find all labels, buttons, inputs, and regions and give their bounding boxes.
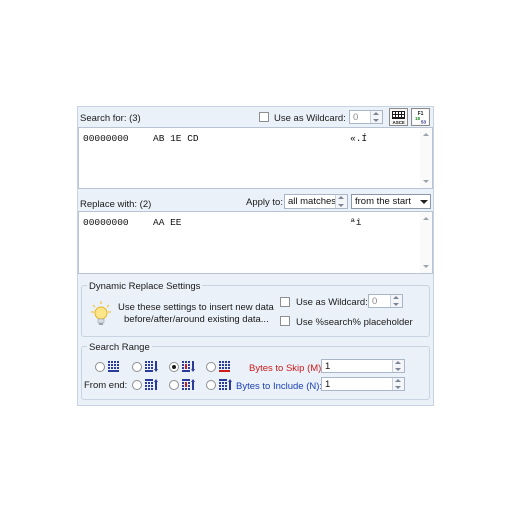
apply-to-matches-spinner[interactable]: all matches [284, 194, 348, 209]
range-include-icon [219, 361, 231, 372]
replace-hex-editor[interactable]: 00000000 AA EE ªî [78, 211, 433, 274]
search-wildcard-spinner[interactable]: 0 [349, 110, 383, 124]
bytes-to-include-spinner[interactable]: 1 [321, 377, 405, 391]
search-range-title: Search Range [87, 342, 152, 353]
dynamic-desc-line2: before/after/around existing data... [124, 314, 269, 325]
range-start-radio[interactable] [95, 362, 105, 372]
lightbulb-icon [90, 300, 112, 331]
search-wildcard-label: Use as Wildcard: [274, 113, 346, 124]
ascii-table-icon[interactable]: ASCII [389, 108, 408, 126]
chevron-down-icon[interactable] [417, 195, 430, 208]
search-wildcard-checkbox[interactable] [259, 112, 269, 122]
range-end-include-radio[interactable] [206, 380, 216, 390]
search-placeholder-label: Use %search% placeholder [296, 317, 413, 328]
range-start-icon [108, 361, 120, 372]
svg-text:18: 18 [415, 116, 421, 121]
dynamic-desc-line1: Use these settings to insert new data [118, 302, 274, 313]
bytes-to-skip-label: Bytes to Skip (M): [249, 363, 324, 374]
apply-to-label: Apply to: [246, 197, 283, 208]
replace-hex-bytes: AA EE [153, 217, 182, 228]
range-include-radio[interactable] [206, 362, 216, 372]
direction-dropdown[interactable]: from the start [351, 194, 431, 209]
range-end-skip-include-icon [182, 379, 195, 390]
search-editor-scrollbar[interactable] [420, 128, 432, 188]
range-skip-include-icon [182, 361, 195, 372]
replace-editor-scrollbar[interactable] [420, 212, 432, 273]
range-end-skip-icon [145, 379, 158, 390]
replace-text-chars: ªî [350, 217, 362, 228]
range-skip-icon [145, 361, 158, 372]
dynamic-wildcard-label: Use as Wildcard: [296, 297, 368, 308]
range-skip-include-radio[interactable] [169, 362, 179, 372]
svg-text:ASCII: ASCII [392, 120, 404, 125]
dynamic-replace-title: Dynamic Replace Settings [87, 281, 203, 292]
search-hex-bytes: AB 1E CD [153, 133, 199, 144]
dynamic-wildcard-spinner[interactable]: 0 [368, 294, 403, 308]
range-end-include-icon [219, 379, 232, 390]
svg-text:53: 53 [421, 120, 427, 125]
bytes-to-skip-spinner[interactable]: 1 [321, 359, 405, 373]
range-skip-radio[interactable] [132, 362, 142, 372]
hex-values-icon[interactable]: F1 18 53 [411, 108, 430, 126]
search-text-chars: «.Í [350, 133, 368, 144]
dynamic-wildcard-checkbox[interactable] [280, 297, 290, 307]
search-offset: 00000000 [83, 133, 129, 144]
replace-with-label: Replace with: (2) [80, 199, 152, 210]
range-end-skip-radio[interactable] [132, 380, 142, 390]
from-end-label: From end: [84, 380, 128, 391]
search-hex-editor[interactable]: 00000000 AB 1E CD «.Í [78, 127, 433, 189]
replace-offset: 00000000 [83, 217, 129, 228]
range-end-skip-include-radio[interactable] [169, 380, 179, 390]
search-for-label: Search for: (3) [80, 113, 141, 124]
search-placeholder-checkbox[interactable] [280, 316, 290, 326]
bytes-to-include-label: Bytes to Include (N): [236, 381, 323, 392]
